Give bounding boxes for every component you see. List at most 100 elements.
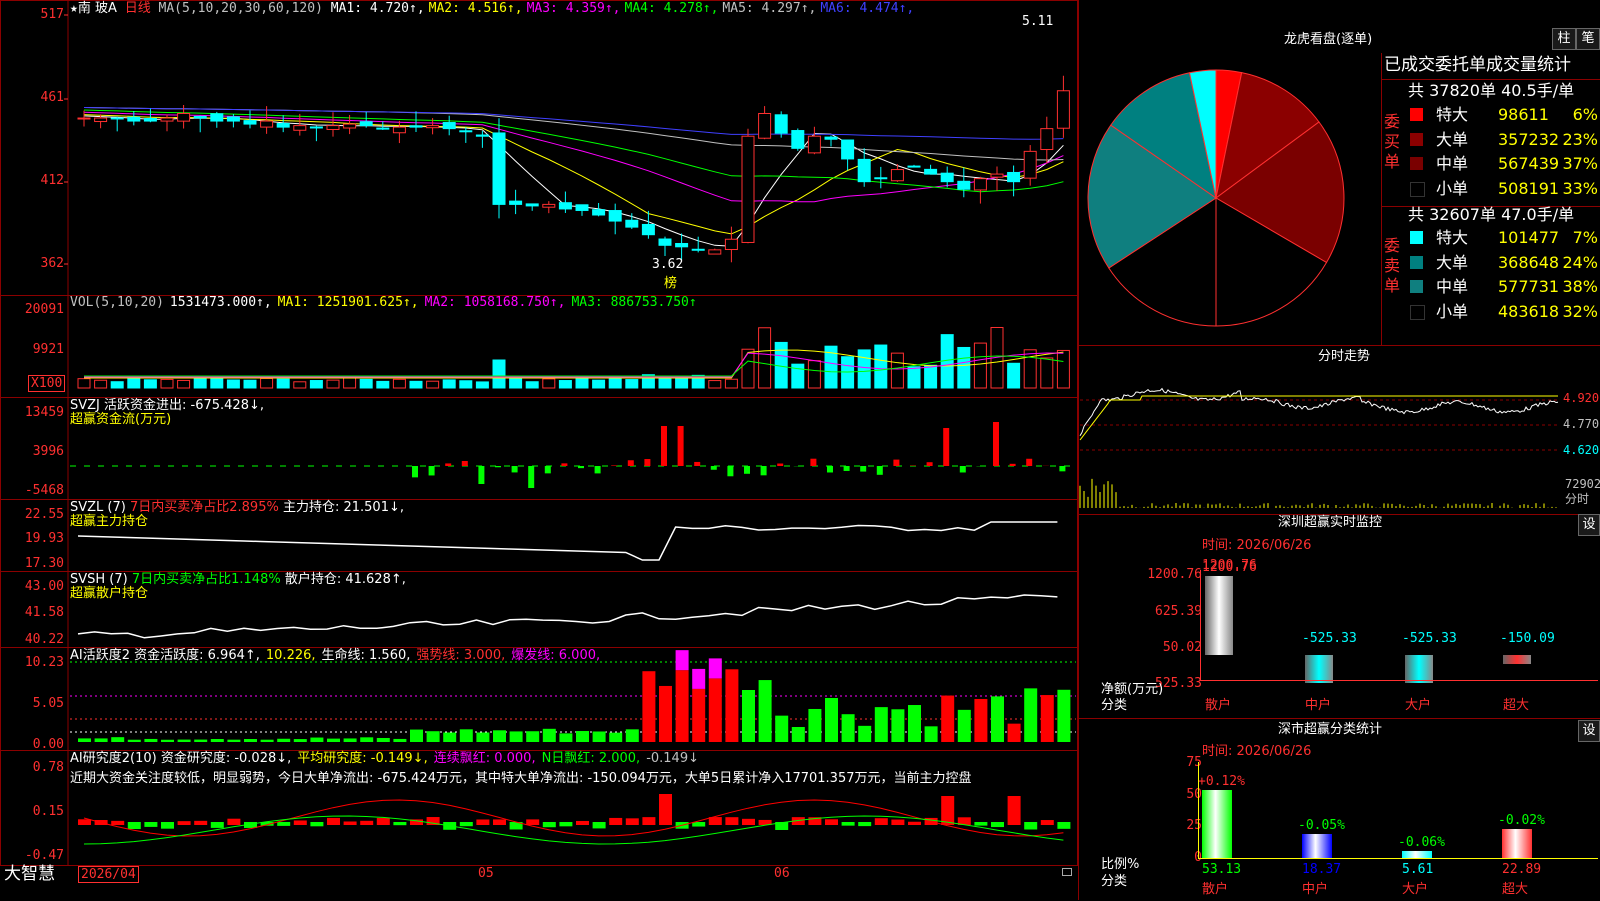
sz-class-category: 超大 <box>1502 882 1528 897</box>
order-volume: 98611 <box>1498 104 1549 126</box>
sz-monitor-axis <box>1200 680 1598 681</box>
sz-class-y-tick: 75 <box>1140 755 1202 770</box>
legend-swatch <box>1410 182 1425 197</box>
sz-monitor-y-tick: 50.02 <box>1140 640 1202 655</box>
intraday-panel[interactable] <box>1078 345 1600 509</box>
order-size-label: 小单 <box>1436 178 1468 200</box>
sz-monitor-time: 时间: 2026/06/26 <box>1202 538 1311 553</box>
order-row: 大单36864824% <box>1408 252 1598 274</box>
sz-class-bar[interactable] <box>1402 851 1432 858</box>
legend-swatch <box>1410 256 1423 269</box>
intraday-title: 分时走势 <box>1318 349 1370 364</box>
buy-side-label: 委买单 <box>1384 112 1402 172</box>
order-percent: 23% <box>1562 129 1598 151</box>
intraday-price-mid: 4.770 <box>1563 417 1599 432</box>
sz-class-bar[interactable] <box>1302 834 1332 858</box>
sz-class-value: 22.89 <box>1502 862 1541 877</box>
order-table-title: 已成交委托单成交量统计 <box>1384 55 1571 75</box>
legend-swatch <box>1410 280 1423 293</box>
sz-monitor-bar[interactable] <box>1205 576 1233 655</box>
order-percent: 24% <box>1562 252 1598 274</box>
sz-class-change: -0.02% <box>1498 813 1545 828</box>
order-size-label: 中单 <box>1436 276 1468 298</box>
order-volume: 567439 <box>1498 153 1559 175</box>
sz-class-y-tick: 0 <box>1140 850 1202 865</box>
sz-monitor-y-tick: 1200.76 <box>1140 567 1202 582</box>
sz-class-y-tick: 25 <box>1140 818 1202 833</box>
sz-class-bar[interactable] <box>1502 829 1532 858</box>
legend-swatch <box>1410 231 1423 244</box>
legend-swatch <box>1410 305 1425 320</box>
order-size-label: 特大 <box>1436 104 1468 126</box>
legend-swatch <box>1410 108 1423 121</box>
intraday-unit: 分时 <box>1565 492 1589 507</box>
sz-monitor-bar[interactable] <box>1405 655 1433 683</box>
order-percent: 38% <box>1562 276 1598 298</box>
sz-monitor-y-axis <box>1200 570 1201 680</box>
order-percent: 32% <box>1562 301 1598 323</box>
sz-class-settings-button[interactable]: 设 <box>1578 720 1600 742</box>
sell-side-label: 委卖单 <box>1384 236 1402 296</box>
order-row: 小单 50819133% <box>1408 178 1598 200</box>
sz-monitor-category: 超大 <box>1503 698 1529 713</box>
order-volume: 508191 <box>1498 178 1559 200</box>
intraday-price-low: 4.620 <box>1563 443 1599 458</box>
order-size-label: 小单 <box>1436 301 1468 323</box>
order-percent: 7% <box>1573 227 1598 249</box>
sz-monitor-bar-value: -525.33 <box>1302 631 1357 646</box>
order-size-label: 中单 <box>1436 153 1468 175</box>
sz-class-value: 18.37 <box>1302 862 1341 877</box>
sz-monitor-y-tick: 625.39 <box>1140 604 1202 619</box>
sell-summary: 共 32607单 47.0手/单 <box>1408 205 1574 225</box>
sz-class-x-label: 分类 <box>1101 874 1127 889</box>
sz-monitor-category: 大户 <box>1405 698 1431 713</box>
order-volume: 577731 <box>1498 276 1559 298</box>
order-row: 特大 101477 7% <box>1408 227 1598 249</box>
sz-class-change: -0.05% <box>1298 818 1345 833</box>
order-row: 中单 57773138% <box>1408 276 1598 298</box>
intraday-volume-max: 72902 <box>1565 477 1600 492</box>
sz-monitor-bar-value: 1200.76 <box>1202 560 1257 575</box>
sz-monitor-x-label: 分类 <box>1101 698 1127 713</box>
order-volume: 368648 <box>1498 252 1559 274</box>
order-volume: 357232 <box>1498 129 1559 151</box>
sz-monitor-bar[interactable] <box>1305 655 1333 683</box>
order-row: 特大 98611 6% <box>1408 104 1598 126</box>
sz-class-category: 大户 <box>1402 882 1428 897</box>
sz-class-time: 时间: 2026/06/26 <box>1202 744 1311 759</box>
order-size-label: 特大 <box>1436 227 1468 249</box>
sz-monitor-settings-button[interactable]: 设 <box>1578 514 1600 536</box>
intraday-price-high: 4.920 <box>1563 391 1599 406</box>
sz-monitor-category: 散户 <box>1205 698 1231 713</box>
order-row: 大单 35723223% <box>1408 129 1598 151</box>
sz-class-bar[interactable] <box>1202 790 1232 858</box>
sz-monitor-title: 深圳超赢实时监控 <box>1278 515 1382 530</box>
sz-monitor-bar-value: -150.09 <box>1500 631 1555 646</box>
sz-class-axis <box>1198 858 1598 859</box>
order-size-label: 大单 <box>1436 129 1468 151</box>
sz-class-y-tick: 50 <box>1140 787 1202 802</box>
sz-monitor-bar[interactable] <box>1503 655 1531 664</box>
sz-class-value: 5.61 <box>1402 862 1433 877</box>
sz-monitor-category: 中户 <box>1305 698 1331 713</box>
order-percent: 33% <box>1562 178 1598 200</box>
order-percent: 37% <box>1562 153 1598 175</box>
sz-class-value: 53.13 <box>1202 862 1241 877</box>
sz-class-y-axis <box>1198 762 1199 858</box>
order-row: 中单 56743937% <box>1408 153 1598 175</box>
sz-class-change: -0.06% <box>1398 835 1445 850</box>
sz-class-title: 深市超赢分类统计 <box>1278 722 1382 737</box>
order-row: 小单 48361832% <box>1408 301 1598 323</box>
sz-class-change: +0.12% <box>1198 774 1245 789</box>
sz-class-category: 散户 <box>1202 882 1228 897</box>
order-volume: 101477 <box>1498 227 1559 249</box>
sz-monitor-y-label: 净额(万元) <box>1101 682 1163 697</box>
order-percent: 6% <box>1573 104 1598 126</box>
sz-class-category: 中户 <box>1302 882 1328 897</box>
legend-swatch <box>1410 133 1423 146</box>
order-volume: 483618 <box>1498 301 1559 323</box>
legend-swatch <box>1410 157 1423 170</box>
sz-monitor-bar-value: -525.33 <box>1402 631 1457 646</box>
buy-summary: 共 37820单 40.5手/单 <box>1408 81 1574 101</box>
sz-class-y-label: 比例% <box>1101 857 1139 872</box>
